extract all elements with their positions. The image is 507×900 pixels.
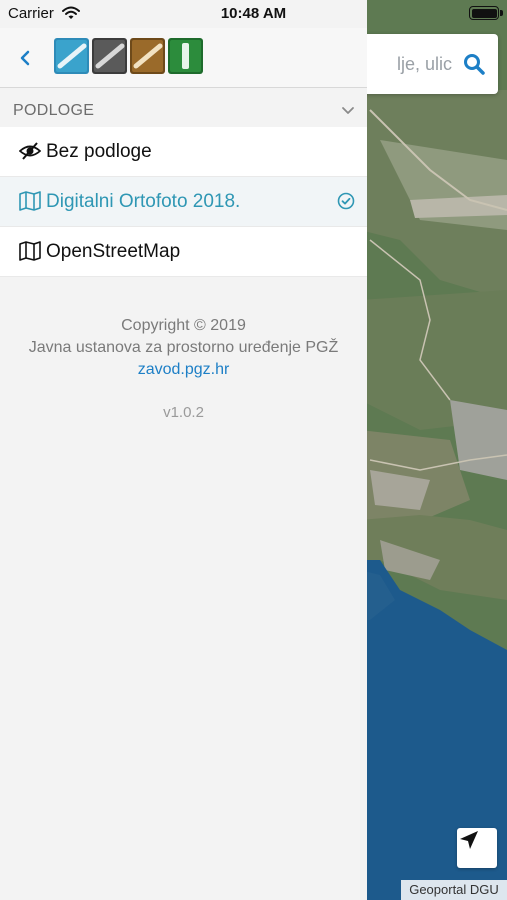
check-circle-icon	[337, 192, 355, 215]
back-button[interactable]	[14, 45, 38, 71]
chevron-left-icon	[14, 50, 38, 75]
locate-button[interactable]	[457, 828, 497, 868]
layer-label: Bez podloge	[46, 141, 152, 162]
battery-icon	[469, 6, 503, 20]
drawer-header	[0, 28, 367, 88]
search-icon[interactable]	[462, 52, 486, 76]
chevron-down-icon	[341, 103, 355, 121]
battery-nub	[500, 10, 503, 16]
layer-label: OpenStreetMap	[46, 241, 181, 262]
website-link[interactable]: zavod.pgz.hr	[138, 361, 230, 378]
layer-item-digitalni-ortofoto[interactable]: Digitalni Ortofoto 2018.	[0, 177, 367, 227]
layer-item-openstreetmap[interactable]: OpenStreetMap	[0, 227, 367, 277]
layer-label: Digitalni Ortofoto 2018.	[46, 191, 241, 212]
status-bar: Carrier 10:48 AM	[0, 0, 507, 28]
map-icon	[19, 191, 41, 216]
map-icon	[19, 241, 41, 266]
layers-drawer: PODLOGE Bez podloge Digitalni Ortofoto 2…	[0, 0, 367, 900]
version-text: v1.0.2	[163, 404, 204, 421]
zzpu-logo	[54, 38, 206, 74]
organization-text: Javna ustanova za prostorno uređenje PGŽ	[28, 339, 339, 356]
section-title: PODLOGE	[13, 102, 95, 119]
eye-slash-icon	[18, 141, 42, 166]
about-info: Copyright © 2019 Javna ustanova za prost…	[0, 315, 367, 381]
map-attribution: Geoportal DGU	[401, 880, 507, 900]
basemap-list: Bez podloge Digitalni Ortofoto 2018. Ope…	[0, 127, 367, 277]
copyright-text: Copyright © 2019	[121, 317, 246, 334]
layer-item-bez-podloge[interactable]: Bez podloge	[0, 127, 367, 177]
clock: 10:48 AM	[220, 5, 287, 22]
battery-fill	[471, 8, 497, 18]
section-header-podloge[interactable]: PODLOGE	[0, 92, 367, 126]
